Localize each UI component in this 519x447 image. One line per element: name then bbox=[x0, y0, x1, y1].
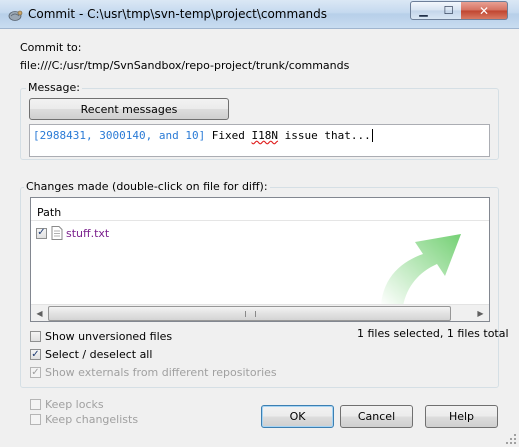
close-icon: ✕ bbox=[478, 3, 490, 18]
keep-locks-option: Keep locks bbox=[30, 398, 104, 411]
show-unversioned-label: Show unversioned files bbox=[45, 330, 173, 343]
title-bar[interactable]: Commit - C:\usr\tmp\svn-temp\project\com… bbox=[0, 0, 519, 29]
tortoisesvn-icon bbox=[7, 7, 23, 23]
keep-changelists-label: Keep changelists bbox=[45, 413, 139, 426]
show-externals-option: ✓ Show externals from different reposito… bbox=[30, 366, 277, 379]
file-name: stuff.txt bbox=[66, 226, 110, 240]
show-unversioned-option[interactable]: Show unversioned files bbox=[30, 330, 172, 343]
commit-to-label: Commit to: bbox=[20, 41, 82, 54]
scrollbar-thumb[interactable] bbox=[48, 306, 451, 321]
minimize-button[interactable]: ▁ bbox=[410, 1, 437, 20]
select-all-option[interactable]: ✓ Select / deselect all bbox=[30, 348, 152, 361]
cancel-button[interactable]: Cancel bbox=[340, 405, 413, 428]
maximize-button[interactable]: ☐ bbox=[436, 1, 462, 20]
ok-label: OK bbox=[289, 410, 306, 423]
column-path[interactable]: Path bbox=[37, 206, 61, 219]
keep-changelists-checkbox bbox=[30, 414, 41, 425]
message-misspelled-word: I18N bbox=[251, 129, 279, 142]
minimize-icon: ▁ bbox=[419, 4, 428, 17]
show-externals-label: Show externals from different repositori… bbox=[45, 366, 277, 379]
resize-grip-icon[interactable] bbox=[505, 433, 517, 445]
changes-legend: Changes made (double-click on file for d… bbox=[24, 180, 270, 193]
scroll-right-icon[interactable]: ▶ bbox=[472, 305, 489, 321]
keep-locks-label: Keep locks bbox=[45, 398, 104, 411]
cancel-label: Cancel bbox=[357, 410, 396, 423]
select-all-label: Select / deselect all bbox=[45, 348, 153, 361]
keep-changelists-option: Keep changelists bbox=[30, 413, 138, 426]
show-externals-checkbox: ✓ bbox=[30, 366, 41, 378]
close-button[interactable]: ✕ bbox=[461, 1, 508, 20]
text-file-icon bbox=[51, 226, 63, 240]
ok-button[interactable]: OK bbox=[261, 405, 334, 428]
keep-locks-checkbox bbox=[30, 399, 41, 410]
show-unversioned-checkbox[interactable] bbox=[30, 331, 41, 342]
text-cursor bbox=[371, 129, 380, 142]
message-input[interactable]: [2988431, 3000140, and 10] Fixed I18N is… bbox=[29, 124, 490, 157]
recent-messages-button[interactable]: Recent messages bbox=[29, 98, 229, 120]
message-text-part2: issue that... bbox=[278, 129, 371, 142]
changes-list[interactable]: Path ✓ stuff.txt ◀ ▶ bbox=[30, 197, 490, 322]
horizontal-scrollbar[interactable]: ◀ ▶ bbox=[31, 304, 489, 321]
message-text: [2988431, 3000140, and 10] Fixed I18N is… bbox=[33, 129, 380, 142]
selection-status: 1 files selected, 1 files total bbox=[357, 327, 509, 340]
help-label: Help bbox=[448, 410, 475, 423]
commit-arrow-watermark-icon bbox=[381, 234, 461, 306]
list-item[interactable]: ✓ stuff.txt bbox=[36, 226, 109, 240]
window-title: Commit - C:\usr\tmp\svn-temp\project\com… bbox=[28, 7, 328, 21]
recent-messages-label: Recent messages bbox=[80, 102, 178, 116]
message-issue-ids: [2988431, 3000140, and 10] bbox=[33, 129, 206, 142]
file-checkbox[interactable]: ✓ bbox=[36, 227, 47, 239]
help-button[interactable]: Help bbox=[425, 405, 498, 428]
maximize-icon: ☐ bbox=[443, 4, 454, 17]
select-all-checkbox[interactable]: ✓ bbox=[30, 349, 41, 360]
message-legend: Message: bbox=[26, 81, 82, 94]
scroll-left-icon[interactable]: ◀ bbox=[31, 305, 48, 321]
message-text-part1: Fixed bbox=[205, 129, 252, 142]
commit-url: file:///C:/usr/tmp/SvnSandbox/repo-proje… bbox=[20, 59, 350, 72]
